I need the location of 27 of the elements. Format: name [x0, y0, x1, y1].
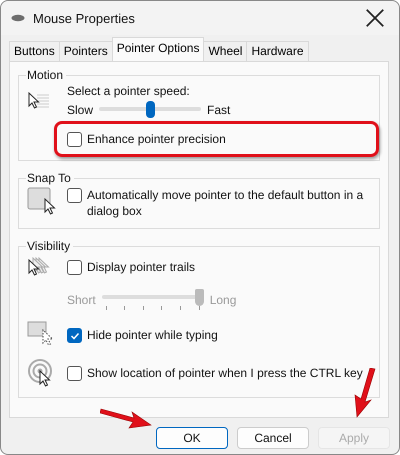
slider-min-label: Slow	[67, 102, 94, 116]
checkbox[interactable]	[67, 328, 82, 343]
group-title: Snap To	[26, 171, 72, 185]
tab[interactable]: Pointer Options	[112, 37, 204, 61]
checkbox[interactable]	[67, 132, 82, 147]
dialog-button[interactable]: Cancel	[237, 427, 309, 449]
checkbox[interactable]	[67, 188, 82, 203]
checkbox-label: Show location of pointer when I press the CTRL key	[87, 365, 363, 381]
group-title: Visibility	[26, 239, 72, 253]
checkbox-label: Enhance pointer precision	[87, 131, 226, 147]
checkbox-label: Display pointer trails	[87, 259, 196, 275]
checkbox-label: Hide pointer while typing	[87, 327, 218, 343]
checkbox[interactable]	[67, 366, 82, 381]
tab[interactable]: Hardware	[246, 41, 308, 61]
slider-min-label: Short	[67, 293, 96, 307]
slider-max-label: Fast	[207, 102, 230, 116]
slider-label: Select a pointer speed:	[67, 84, 191, 98]
tab[interactable]: Buttons	[9, 41, 60, 61]
slider-max-label: Long	[210, 293, 236, 307]
dialog-button[interactable]: OK	[156, 427, 228, 449]
group-title: Motion	[26, 68, 64, 82]
checkbox[interactable]	[67, 260, 82, 275]
checkbox-label: Automatically move pointer to the default button in a dialog box	[87, 187, 364, 219]
slider[interactable]	[99, 101, 202, 118]
mouse-icon	[11, 14, 25, 22]
window-title: Mouse Properties	[33, 10, 136, 26]
check-icon	[70, 330, 80, 340]
